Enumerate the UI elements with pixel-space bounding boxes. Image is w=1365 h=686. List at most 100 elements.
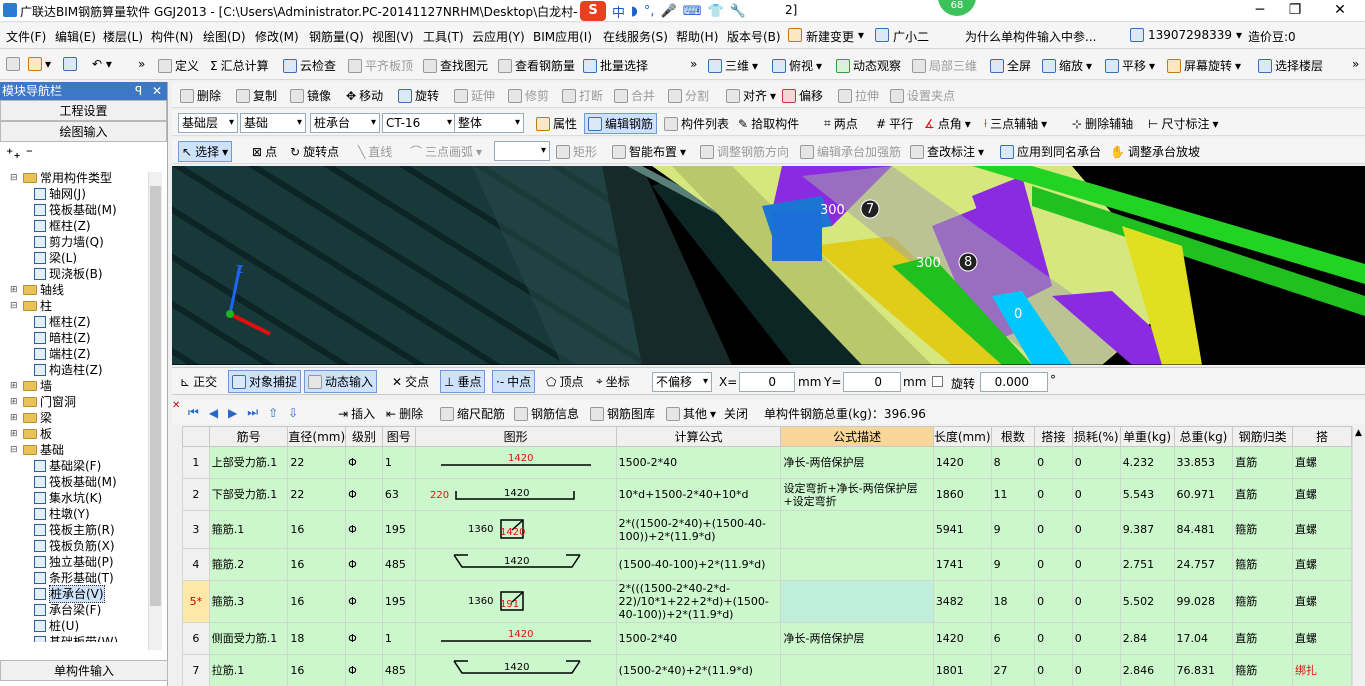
cell-shape[interactable]: 1360 191	[414, 580, 617, 623]
cell-cnt[interactable]: 9	[990, 510, 1036, 549]
ortho-toggle[interactable]: ⊾ 正交	[180, 373, 217, 390]
cell-desc[interactable]	[780, 510, 934, 549]
cell-conn[interactable]: 直螺	[1292, 510, 1352, 549]
cell-grade[interactable]: Φ	[345, 510, 383, 549]
tree-folder[interactable]: ⊞ 墙	[10, 378, 52, 394]
dynamic-input-toggle[interactable]: 动态输入	[304, 370, 378, 393]
cell-fig[interactable]: 1	[381, 622, 416, 655]
cell-desc[interactable]: 净长-两倍保护层	[780, 446, 934, 479]
tree-item[interactable]: 筏板基础(M)	[34, 474, 117, 490]
tree-folder[interactable]: ⊞ 门窗洞	[10, 394, 76, 410]
tree-item[interactable]: 梁(L)	[34, 250, 77, 266]
column-header[interactable]: 直径(mm)	[287, 426, 347, 447]
merge-button[interactable]: 合并	[614, 87, 655, 104]
cell-name[interactable]: 上部受力筋.1	[208, 446, 289, 479]
next-record-icon[interactable]: ▶	[228, 406, 237, 420]
cell-fig[interactable]: 195	[381, 580, 416, 623]
cell-fig[interactable]: 63	[381, 478, 416, 511]
cell-conn[interactable]: 直螺	[1292, 580, 1352, 623]
rebar-info-button[interactable]: 钢筋信息	[514, 405, 579, 422]
midpoint-toggle[interactable]: ·- 中点	[492, 370, 536, 393]
scroll-thumb[interactable]	[150, 186, 161, 606]
cell-d[interactable]: 22	[287, 478, 347, 511]
cell-loss[interactable]: 0	[1071, 622, 1121, 655]
expand-all-icon[interactable]: ⁺₊	[6, 146, 21, 162]
arc-mode-select[interactable]	[494, 141, 550, 161]
delete-axis-button[interactable]: ⊹ 删除辅轴	[1072, 115, 1133, 132]
cell-conn[interactable]: 直螺	[1292, 622, 1352, 655]
fullscreen-button[interactable]: 全屏	[990, 57, 1031, 74]
3d-view-button[interactable]: 三维 ▾	[708, 57, 758, 74]
tree-item[interactable]: 基础板带(W)	[34, 634, 118, 642]
select-button[interactable]: ↖ 选择 ▾	[178, 141, 233, 162]
delete-row-button[interactable]: ⇤ 删除	[386, 405, 423, 422]
tree-item[interactable]: 筏板主筋(R)	[34, 522, 115, 538]
zoom-button[interactable]: 缩放 ▾	[1042, 57, 1092, 74]
tree-item[interactable]: 构造柱(Z)	[34, 362, 103, 378]
cloud-check-button[interactable]: 云检查	[283, 57, 336, 74]
expand-icon[interactable]: ⊞	[10, 282, 20, 298]
y-input[interactable]: 0	[843, 372, 901, 392]
column-header[interactable]: 公式描述	[780, 426, 934, 447]
cell-formula[interactable]: 2*(((1500-2*40-2*d-22)/10*1+22+2*d)+(150…	[615, 580, 782, 623]
cell-name[interactable]: 箍筋.3	[208, 580, 289, 623]
cell-shape[interactable]: 220 1420	[414, 478, 617, 511]
pick-component-button[interactable]: ✎ 拾取构件	[738, 115, 799, 132]
menu-edit[interactable]: 编辑(E)	[55, 28, 96, 45]
open-file-icon[interactable]: ▾	[28, 57, 51, 71]
row-number[interactable]: 6	[182, 622, 210, 655]
check-annotation-button[interactable]: 查改标注 ▾	[910, 143, 984, 160]
cell-total[interactable]: 33.853	[1173, 446, 1234, 479]
floor-select[interactable]: 基础层	[178, 113, 238, 133]
cell-len[interactable]: 1420	[932, 622, 992, 655]
cell-name[interactable]: 侧面受力筋.1	[208, 622, 289, 655]
cell-unit[interactable]: 2.84	[1119, 622, 1175, 655]
cost-beans-label[interactable]: 造价豆:0	[1248, 28, 1296, 45]
line-button[interactable]: ╲ 直线	[358, 143, 392, 160]
cell-name[interactable]: 拉筋.1	[208, 654, 289, 686]
screen-rotate-button[interactable]: 屏幕旋转 ▾	[1167, 57, 1241, 74]
notification-badge[interactable]: 68	[938, 0, 976, 16]
ime-keyboard-icon[interactable]: ⌨	[683, 4, 702, 19]
tree-item[interactable]: 框柱(Z)	[34, 314, 91, 330]
grid-scrollbar[interactable]: ▲	[1352, 426, 1365, 686]
trim-button[interactable]: 修剪	[508, 87, 549, 104]
tree-item[interactable]: 筏板负筋(X)	[34, 538, 115, 554]
cell-d[interactable]: 16	[287, 548, 347, 581]
adjust-cap-slope-button[interactable]: ✋ 调整承台放坡	[1110, 143, 1200, 160]
table-row[interactable]: 4 箍筋.2 16 Φ 485 1420 (1500-40-100)+2*(11.9*d) 1…	[182, 548, 1352, 581]
cell-total[interactable]: 76.831	[1173, 654, 1234, 686]
cell-len[interactable]: 5941	[932, 510, 992, 549]
perpendicular-toggle[interactable]: ⊥ 垂点	[440, 370, 486, 393]
local-3d-button[interactable]: 局部三维	[912, 57, 977, 74]
guang-xiaoer-menu[interactable]: 广小二	[875, 28, 929, 45]
three-point-arc-button[interactable]: ⌒ 三点画弧 ▾	[410, 143, 482, 160]
cell-cnt[interactable]: 11	[990, 478, 1036, 511]
rectangle-button[interactable]: 矩形	[556, 143, 597, 160]
row-number[interactable]: 7	[182, 654, 210, 686]
properties-button[interactable]: 属性	[536, 115, 577, 132]
cell-cls[interactable]: 直筋	[1232, 446, 1293, 479]
vertex-toggle[interactable]: ⬠ 顶点	[546, 373, 583, 390]
cell-conn[interactable]: 直螺	[1292, 548, 1352, 581]
offset-mode-select[interactable]: 不偏移	[652, 372, 712, 392]
cell-shape[interactable]: 1420	[414, 622, 617, 655]
collapse-icon[interactable]: ⊟	[10, 442, 20, 458]
find-element-button[interactable]: 查找图元	[423, 57, 488, 74]
cell-lap[interactable]: 0	[1034, 446, 1073, 479]
cell-desc[interactable]	[780, 654, 934, 686]
tree-folder[interactable]: ⊞ 梁	[10, 410, 52, 426]
tree-folder[interactable]: ⊞ 轴线	[10, 282, 64, 298]
tree-item[interactable]: 暗柱(Z)	[34, 330, 91, 346]
prev-record-icon[interactable]: ◀	[209, 406, 218, 420]
cell-cls[interactable]: 直筋	[1232, 478, 1293, 511]
cell-conn[interactable]: 绑扎	[1292, 654, 1352, 686]
cell-fig[interactable]: 195	[381, 510, 416, 549]
stretch-button[interactable]: 拉伸	[838, 87, 879, 104]
category-select[interactable]: 基础	[240, 113, 306, 133]
scroll-up-icon[interactable]: ▲	[1355, 428, 1362, 438]
single-component-input-button[interactable]: 单构件输入	[0, 660, 168, 681]
move-up-icon[interactable]: ⇧	[268, 406, 278, 420]
cell-len[interactable]: 1420	[932, 446, 992, 479]
insert-row-button[interactable]: ⇥ 插入	[338, 405, 375, 422]
